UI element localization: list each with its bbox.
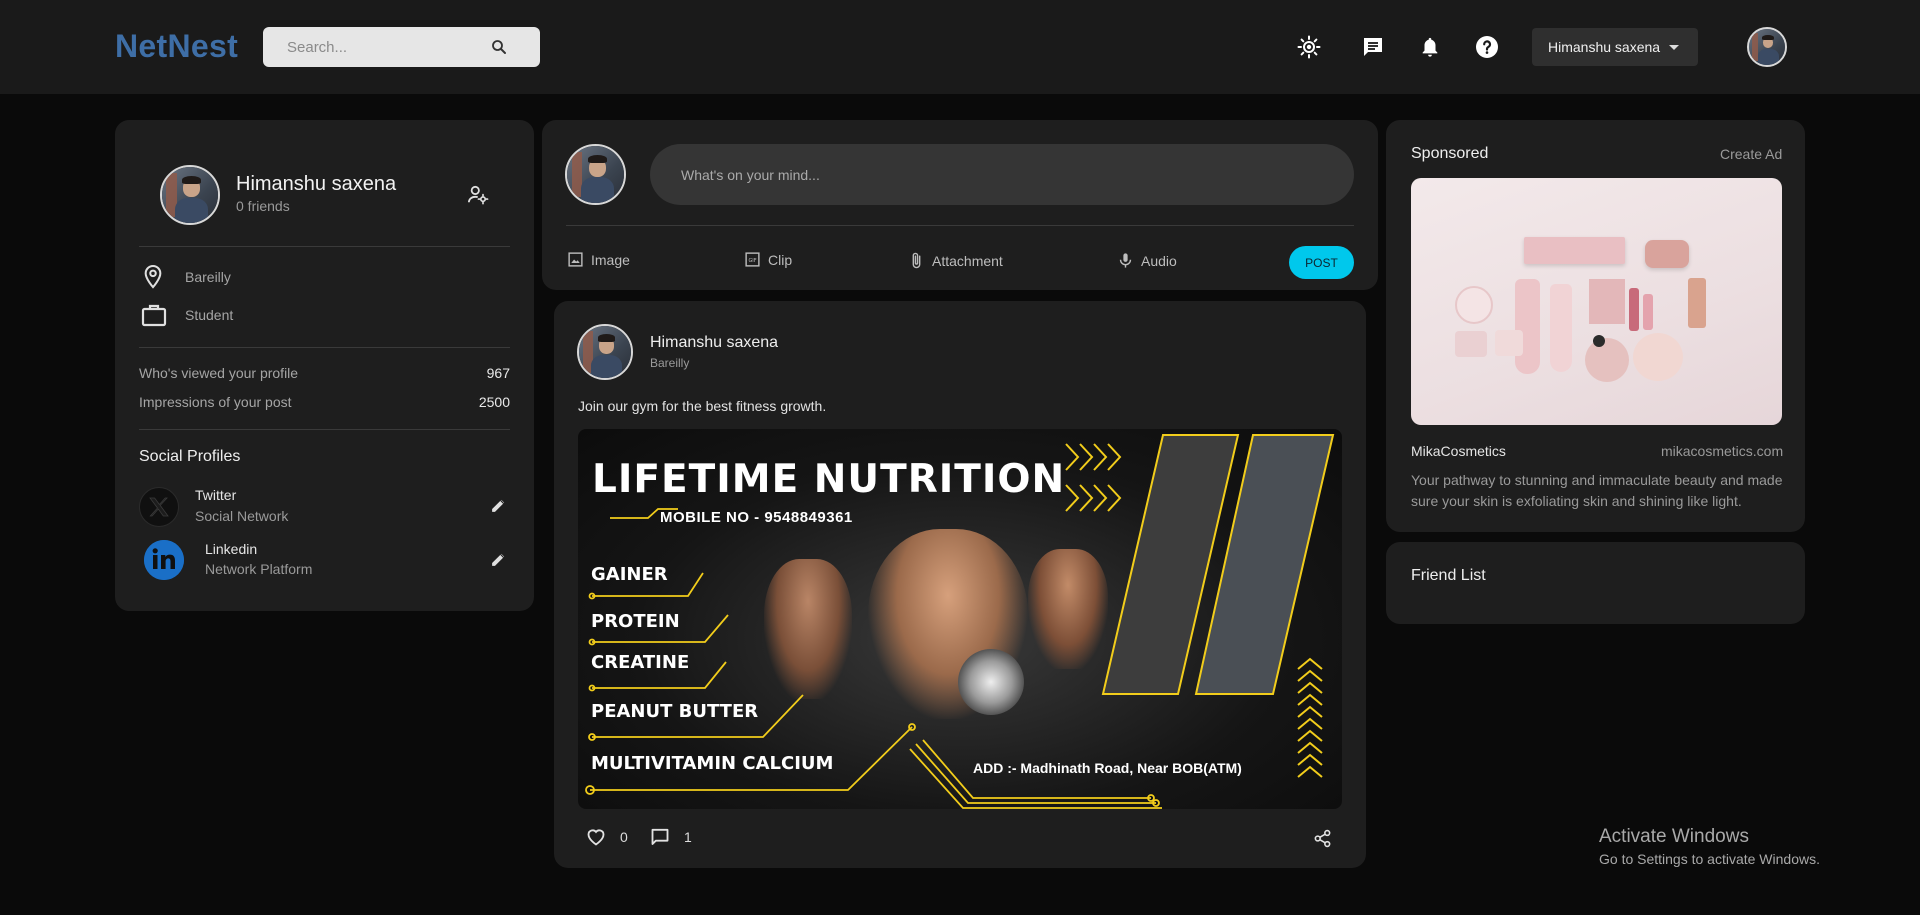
- social-name[interactable]: Linkedin: [205, 541, 257, 557]
- product-brush: [1593, 335, 1605, 347]
- clip-action[interactable]: GIF Clip: [744, 251, 792, 268]
- banner-item: MULTIVITAMIN CALCIUM: [591, 753, 834, 774]
- stat-value: 2500: [478, 394, 510, 410]
- social-sub: Social Network: [195, 508, 289, 524]
- profile-avatar[interactable]: [160, 165, 220, 225]
- search-box: [263, 27, 540, 67]
- post-author-avatar[interactable]: [577, 324, 633, 380]
- profile-name[interactable]: Himanshu saxena: [236, 173, 396, 196]
- product-tube: [1550, 284, 1572, 372]
- stat-label: Who's viewed your profile: [139, 365, 299, 381]
- microphone-icon: [1119, 253, 1132, 268]
- ad-description: Your pathway to stunning and immaculate …: [1411, 472, 1783, 509]
- action-label: Attachment: [932, 252, 1003, 269]
- post-author-name[interactable]: Himanshu saxena: [650, 334, 778, 352]
- user-menu-select[interactable]: Himanshu saxena: [1532, 28, 1698, 66]
- create-ad-link[interactable]: Create Ad: [1720, 146, 1782, 162]
- product-box: [1455, 331, 1487, 357]
- banner-item: PEANUT BUTTER: [591, 701, 759, 722]
- post-image[interactable]: LIFETIME NUTRITION MOBILE NO - 954884936…: [578, 429, 1342, 809]
- comment-icon: [651, 828, 669, 845]
- edit-icon[interactable]: [490, 497, 507, 519]
- ad-image[interactable]: [1411, 178, 1782, 425]
- activate-windows-subtitle: Go to Settings to activate Windows.: [1599, 851, 1820, 867]
- heart-icon: [587, 829, 605, 846]
- banner-item: GAINER: [591, 564, 668, 585]
- chevron-down-icon: [1669, 44, 1680, 50]
- gif-box-icon: GIF: [745, 252, 760, 267]
- stat-value: 967: [486, 365, 510, 381]
- action-label: Audio: [1141, 252, 1177, 269]
- friends-count: 0 friends: [236, 198, 290, 214]
- ad-brand[interactable]: MikaCosmetics: [1411, 443, 1506, 459]
- activate-windows-title: Activate Windows: [1599, 826, 1749, 847]
- linkedin-icon: [144, 540, 184, 580]
- product-compact: [1633, 333, 1683, 381]
- post-location: Bareilly: [650, 356, 690, 370]
- product-lipstick: [1643, 294, 1653, 330]
- paperclip-icon: [912, 252, 921, 269]
- social-name[interactable]: Twitter: [195, 487, 236, 503]
- like-control[interactable]: 0: [586, 827, 628, 846]
- product-jar: [1645, 240, 1689, 268]
- edit-icon[interactable]: [490, 551, 507, 573]
- briefcase-icon: [141, 303, 167, 332]
- image-icon: [568, 252, 583, 267]
- post-input[interactable]: What's on your mind...: [650, 144, 1354, 205]
- divider: [139, 246, 510, 247]
- sun-icon[interactable]: [1294, 32, 1324, 62]
- ad-url[interactable]: mikacosmetics.com: [1661, 443, 1783, 459]
- occupation-text: Student: [185, 307, 234, 323]
- top-navbar: NetNest Himanshu saxena: [0, 0, 1920, 94]
- share-icon[interactable]: [1313, 829, 1332, 853]
- action-label: Image: [591, 251, 630, 268]
- product-bottle: [1688, 278, 1706, 328]
- search-input[interactable]: [263, 27, 493, 67]
- social-sub: Network Platform: [205, 561, 313, 577]
- user-menu-label: Himanshu saxena: [1548, 39, 1661, 55]
- sponsored-title: Sponsored: [1411, 145, 1489, 162]
- post-text: Join our gym for the best fitness growth…: [578, 398, 827, 414]
- product-box: [1495, 330, 1523, 356]
- banner-title: LIFETIME NUTRITION: [592, 457, 1066, 502]
- banner-item: CREATINE: [591, 652, 690, 673]
- image-action[interactable]: Image: [567, 251, 630, 268]
- search-icon[interactable]: [490, 38, 508, 61]
- friend-list-title: Friend List: [1411, 567, 1486, 584]
- action-label: Clip: [768, 251, 793, 268]
- twitter-x-icon: [139, 487, 179, 527]
- help-icon[interactable]: [1472, 32, 1502, 62]
- comment-control[interactable]: 1: [650, 827, 692, 846]
- comment-count: 1: [684, 828, 692, 845]
- chat-icon[interactable]: [1358, 32, 1388, 62]
- divider: [139, 347, 510, 348]
- manage-accounts-icon[interactable]: [467, 185, 489, 210]
- divider: [566, 225, 1354, 226]
- product-lipstick: [1629, 288, 1639, 331]
- product-jar: [1455, 286, 1493, 324]
- attachment-action[interactable]: Attachment: [908, 251, 1003, 270]
- social-profiles-title: Social Profiles: [139, 448, 241, 465]
- app-logo[interactable]: NetNest: [115, 28, 238, 65]
- banner-item: PROTEIN: [591, 611, 680, 632]
- svg-text:GIF: GIF: [748, 258, 756, 264]
- banner-address: ADD :- Madhinath Road, Near BOB(ATM): [973, 760, 1242, 776]
- divider: [139, 429, 510, 430]
- bell-icon[interactable]: [1415, 32, 1445, 62]
- product-box: [1524, 237, 1625, 264]
- location-icon: [142, 264, 164, 295]
- product-tube: [1515, 279, 1540, 374]
- stat-label: Impressions of your post: [139, 394, 292, 410]
- composer-avatar: [565, 144, 626, 205]
- like-count: 0: [620, 828, 628, 845]
- avatar[interactable]: [1747, 27, 1787, 67]
- location-text: Bareilly: [185, 269, 231, 285]
- banner-mobile: MOBILE NO - 9548849361: [660, 509, 853, 526]
- product-compact: [1585, 338, 1629, 382]
- post-button[interactable]: POST: [1289, 246, 1354, 279]
- audio-action[interactable]: Audio: [1117, 251, 1177, 270]
- product-sachet: [1589, 279, 1625, 324]
